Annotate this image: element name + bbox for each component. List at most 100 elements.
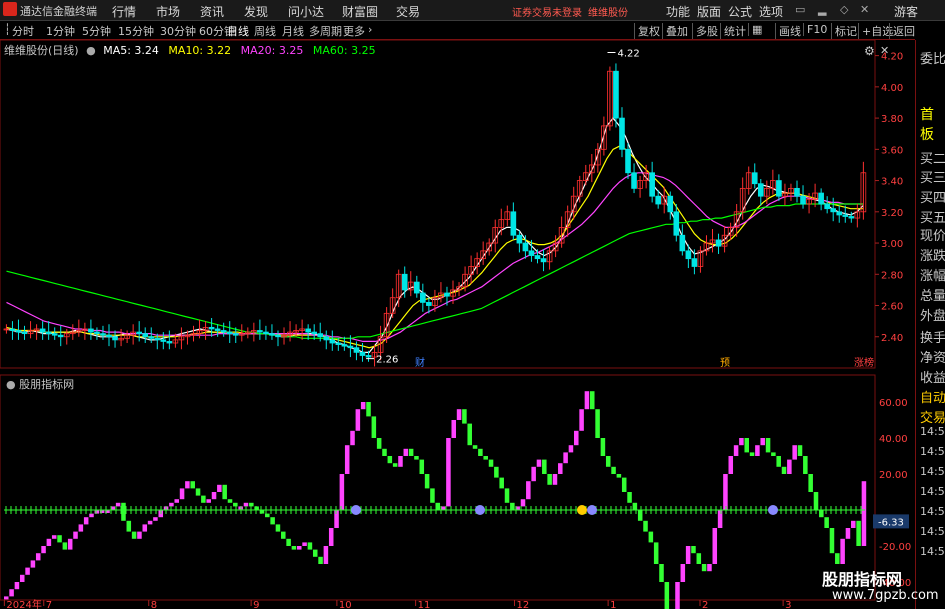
indicator-bar: [371, 416, 377, 438]
menu-zixun[interactable]: 资讯: [200, 3, 224, 20]
candle-body: [540, 258, 547, 263]
trade-login-warning[interactable]: 证券交易未登录: [512, 4, 582, 19]
candle-body: [848, 216, 855, 219]
indicator-bar: [611, 466, 616, 474]
window-icon[interactable]: ▭: [795, 3, 805, 16]
period-fenshi[interactable]: 分时: [12, 23, 34, 39]
indicator-bar: [643, 520, 648, 532]
quote-panel-item: 换手: [920, 331, 945, 346]
grid-icon[interactable]: ▦: [748, 23, 762, 36]
indicator-bar: [685, 546, 691, 564]
period-30min[interactable]: 30分钟: [160, 23, 196, 39]
candle-body: [15, 330, 22, 333]
indicator-bar: [281, 531, 286, 539]
period-more[interactable]: 更多: [343, 23, 365, 39]
period-day[interactable]: 日线: [227, 23, 249, 39]
indicator-bar: [552, 474, 558, 485]
indicator-bar: [707, 564, 712, 572]
candle-body: [154, 337, 161, 341]
period-month[interactable]: 月线: [282, 23, 304, 39]
legend-toggle-icon[interactable]: ●: [86, 44, 96, 57]
indicator-bar: [334, 510, 339, 528]
btn-diejia[interactable]: 叠加: [662, 23, 688, 39]
indicator-bar: [307, 542, 313, 550]
candle-body: [317, 333, 324, 338]
menu-hangqing[interactable]: 行情: [112, 3, 136, 20]
btn-biaoji[interactable]: 标记: [831, 23, 857, 39]
ind-y-tick-label: 60.00: [879, 398, 908, 409]
btn-fanhui[interactable]: 返回: [889, 23, 915, 39]
indicator-bar: [94, 510, 100, 514]
stock-chart[interactable]: 2.402.602.803.003.203.403.603.804.004.20…: [0, 40, 915, 609]
indicator-bar: [430, 488, 435, 503]
period-multi[interactable]: 多周期: [309, 23, 342, 39]
menu-gongneng[interactable]: 功能: [666, 3, 690, 20]
period-fenshi-icon[interactable]: ┆: [4, 23, 11, 36]
indicator-bar: [419, 459, 425, 474]
menu-shichang[interactable]: 市场: [156, 3, 180, 20]
guest-label[interactable]: 游客: [894, 3, 918, 20]
indicator-bar: [563, 452, 568, 464]
indicator-bar: [190, 481, 195, 489]
ind-y-tick-label: 20.00: [879, 470, 908, 481]
menu-banmian[interactable]: 版面: [697, 3, 721, 20]
candle-body: [715, 239, 722, 247]
close-icon[interactable]: ✕: [860, 3, 869, 16]
period-week[interactable]: 周线: [254, 23, 276, 39]
indicator-bar: [57, 535, 62, 543]
indicator-bar: [787, 459, 792, 474]
pane-close-icon[interactable]: ✕: [880, 44, 889, 57]
btn-zixuan[interactable]: +自选: [858, 23, 893, 39]
menu-wenxiaoda[interactable]: 问小达: [288, 3, 324, 20]
candle-body: [679, 234, 686, 252]
btn-huaxian[interactable]: 画线: [775, 23, 801, 39]
indicator-bar: [9, 589, 14, 597]
indicator-bar: [653, 542, 659, 564]
indicator-bar: [414, 456, 419, 460]
period-15min[interactable]: 15分钟: [118, 23, 154, 39]
candle-body: [516, 234, 523, 244]
menu-jiaoyi[interactable]: 交易: [396, 3, 420, 20]
indicator-bar: [733, 445, 739, 456]
menu-caifuquan[interactable]: 财富圈: [342, 3, 378, 20]
quote-panel-item: 14:56: [920, 445, 945, 458]
indicator-bar: [4, 596, 9, 600]
period-1min[interactable]: 1分钟: [46, 23, 75, 39]
chevron-right-icon[interactable]: ›: [368, 23, 372, 36]
indicator-toggle-icon[interactable]: ●: [6, 378, 16, 391]
menu-faxian[interactable]: 发现: [244, 3, 268, 20]
period-5min[interactable]: 5分钟: [82, 23, 111, 39]
indicator-bar: [621, 477, 627, 492]
indicator-bar: [531, 466, 536, 482]
indicator-bar: [680, 564, 686, 582]
indicator-bar: [153, 517, 158, 521]
ind-y-tick-label: 40.00: [879, 434, 908, 445]
indicator-bar: [174, 499, 179, 503]
indicator-bar: [62, 542, 68, 550]
period-toolbar: ┆ 分时 1分钟 5分钟 15分钟 30分钟 60分钟 日线 周线 月线 多周期…: [0, 21, 915, 40]
candle-body: [335, 342, 342, 345]
btn-f10[interactable]: F10: [803, 23, 827, 36]
event-marker: 涨榜: [854, 356, 874, 369]
candle-body: [39, 328, 46, 333]
indicator-bar: [446, 438, 451, 507]
menu-xuanxiang[interactable]: 选项: [759, 3, 783, 20]
indicator-bar: [142, 524, 148, 532]
btn-tongji[interactable]: 统计: [720, 23, 746, 39]
stock-tag[interactable]: 维维股份: [588, 4, 628, 19]
candle-body: [341, 344, 348, 347]
indicator-bar: [659, 564, 664, 582]
indicator-bar: [616, 474, 622, 478]
candle-body: [522, 242, 529, 252]
restore-icon[interactable]: ◇: [840, 3, 848, 16]
btn-fuquan[interactable]: 复权: [634, 23, 660, 39]
menu-gongshi[interactable]: 公式: [728, 3, 752, 20]
btn-duogu[interactable]: 多股: [692, 23, 718, 39]
minimize-icon[interactable]: ▂: [818, 3, 826, 16]
face-icon: [577, 505, 587, 515]
settings-icon[interactable]: ⚙: [864, 44, 875, 58]
indicator-bar: [675, 582, 680, 609]
indicator-bar: [73, 531, 78, 539]
indicator-bar: [829, 528, 835, 554]
candle-body: [263, 331, 269, 335]
